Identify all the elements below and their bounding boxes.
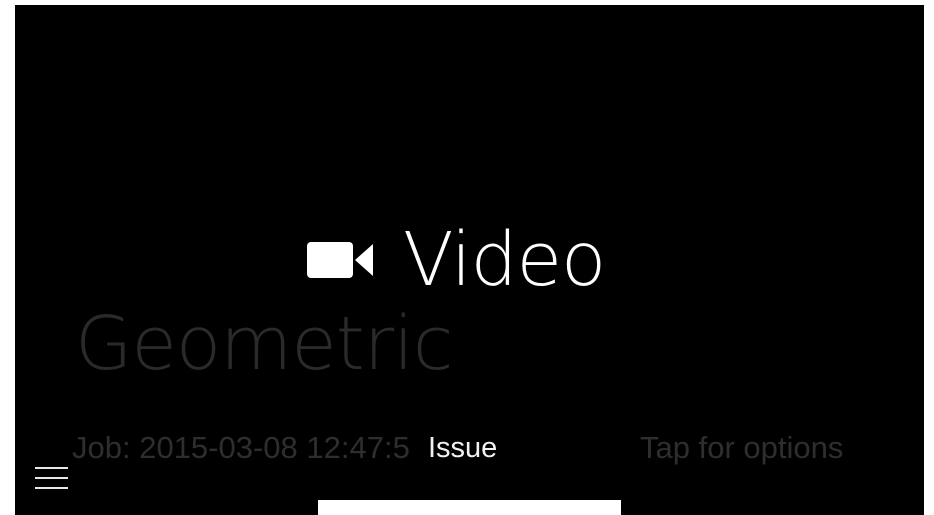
video-camera-icon [307,240,375,280]
issue-label: Issue [428,432,498,464]
job-label: Job: 2015-03-08 12:47:5 [72,430,410,465]
scroll-position-indicator [318,500,621,515]
background-title: Geometric [75,301,453,387]
menu-item-label: Video [403,217,606,303]
hamburger-menu-icon[interactable] [35,467,68,492]
menu-item-video[interactable]: Video [307,217,606,303]
tap-for-options-hint: Tap for options [640,430,844,465]
glass-screen: Geometric Job: 2015-03-08 12:47:5 Tap fo… [15,5,924,515]
